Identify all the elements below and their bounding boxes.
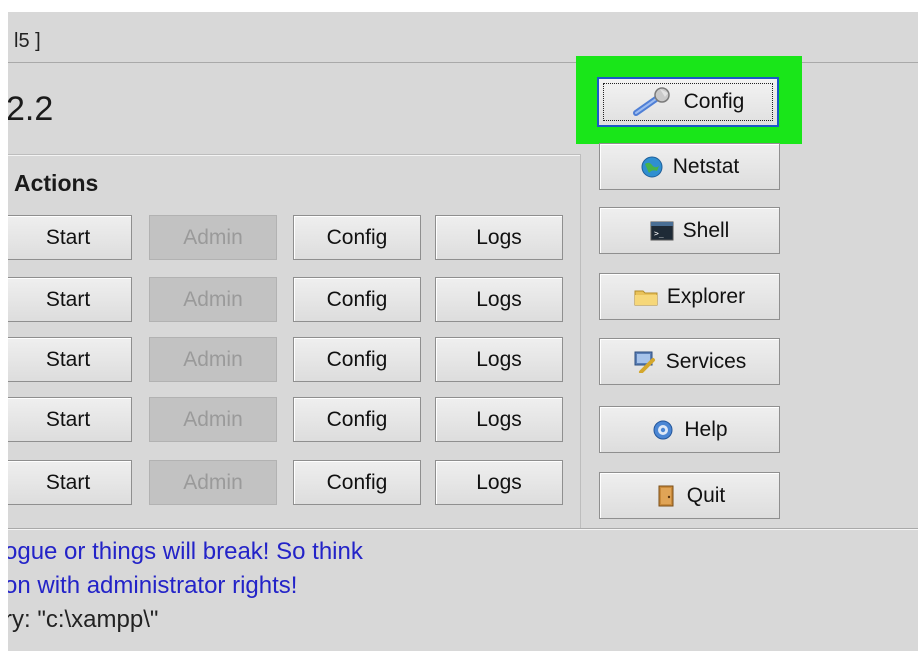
start-button-row-5[interactable]: Start xyxy=(8,460,132,505)
config-main-button[interactable]: Config xyxy=(597,77,779,127)
config-main-label: Config xyxy=(683,90,745,113)
services-button[interactable]: Services xyxy=(599,338,780,385)
admin-button-row-5[interactable]: Admin xyxy=(149,460,277,505)
help-button[interactable]: Help xyxy=(599,406,780,453)
xampp-control-panel: l5 ] 2.2 Actions Start Admin Config Logs… xyxy=(8,12,918,651)
help-label: Help xyxy=(684,417,728,441)
globe-icon xyxy=(640,156,664,178)
logs-button-row-3[interactable]: Logs xyxy=(435,337,563,382)
wrench-icon xyxy=(632,87,676,117)
start-button-row-2[interactable]: Start xyxy=(8,277,132,322)
svg-text:>_: >_ xyxy=(654,229,664,238)
explorer-label: Explorer xyxy=(666,284,746,308)
admin-button-row-2[interactable]: Admin xyxy=(149,277,277,322)
services-icon xyxy=(633,351,657,374)
logs-button-row-5[interactable]: Logs xyxy=(435,460,563,505)
shell-button[interactable]: >_ Shell xyxy=(599,207,780,254)
log-line-3: ry: "c:\xampp\" xyxy=(8,606,159,633)
log-divider-highlight xyxy=(8,529,918,530)
logs-button-row-4[interactable]: Logs xyxy=(435,397,563,442)
explorer-button[interactable]: Explorer xyxy=(599,273,780,320)
terminal-icon: >_ xyxy=(650,220,674,242)
log-line-1: ogue or things will break! So think xyxy=(8,538,363,565)
logs-button-row-1[interactable]: Logs xyxy=(435,215,563,260)
netstat-label: Netstat xyxy=(672,154,740,178)
folder-icon xyxy=(634,286,658,308)
netstat-button[interactable]: Netstat xyxy=(599,143,780,190)
admin-button-row-4[interactable]: Admin xyxy=(149,397,277,442)
services-label: Services xyxy=(665,349,747,373)
logs-button-row-2[interactable]: Logs xyxy=(435,277,563,322)
start-button-row-3[interactable]: Start xyxy=(8,337,132,382)
start-button-row-4[interactable]: Start xyxy=(8,397,132,442)
admin-button-row-3[interactable]: Admin xyxy=(149,337,277,382)
config-button-row-1[interactable]: Config xyxy=(293,215,421,260)
version-label: 2.2 xyxy=(8,90,54,128)
config-button-row-4[interactable]: Config xyxy=(293,397,421,442)
actions-heading: Actions xyxy=(14,170,99,196)
help-icon xyxy=(651,419,675,441)
log-line-2: on with administrator rights! xyxy=(8,572,298,599)
quit-button[interactable]: Quit xyxy=(599,472,780,519)
admin-button-row-1[interactable]: Admin xyxy=(149,215,277,260)
door-icon xyxy=(654,485,678,507)
config-button-row-5[interactable]: Config xyxy=(293,460,421,505)
quit-label: Quit xyxy=(686,483,726,507)
config-button-row-3[interactable]: Config xyxy=(293,337,421,382)
start-button-row-1[interactable]: Start xyxy=(8,215,132,260)
shell-label: Shell xyxy=(682,218,730,242)
window-title-fragment: l5 ] xyxy=(14,30,41,52)
config-button-row-2[interactable]: Config xyxy=(293,277,421,322)
